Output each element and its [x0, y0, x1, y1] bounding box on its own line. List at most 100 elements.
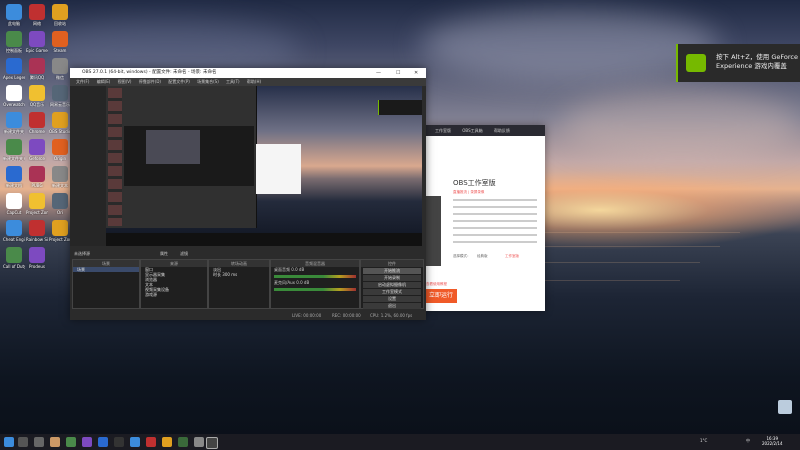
desktop-icon-image [52, 139, 68, 155]
transitions-dock-header: 转场动画 [209, 260, 269, 267]
nested-icon-column [108, 88, 122, 226]
tutorial-link[interactable]: 查看使用教程 [426, 282, 447, 287]
scenes-dock-header: 场景 [73, 260, 139, 267]
app-icon[interactable] [66, 437, 76, 447]
obs-main-window: OBS 27.0.1 (64-bit, windows) - 配置文件: 未命名… [70, 68, 426, 320]
clock-date: 2022/2/14 [762, 441, 783, 446]
menu-scene-collection[interactable]: 场景集合(S) [197, 79, 219, 84]
desktop-icon[interactable]: Prodeus [26, 247, 48, 269]
file-explorer-icon[interactable] [50, 437, 60, 447]
app-icon[interactable] [114, 437, 124, 447]
desktop-icon[interactable]: Project Zomboid [26, 193, 48, 215]
desktop-icon[interactable]: 新建文本 [49, 166, 71, 188]
weather-label[interactable]: 1°C [700, 438, 707, 443]
preview-canvas[interactable] [106, 86, 422, 246]
desktop-icon[interactable]: 新建文件夹 (2) [3, 139, 25, 161]
obs-taskbar-icon[interactable] [206, 437, 218, 449]
desktop-icon-image [52, 166, 68, 182]
source-item[interactable]: 游戏源 [141, 292, 207, 297]
launcher-tab[interactable]: OBS工具箱 [462, 128, 482, 133]
geforce-notification-text: 按下 Alt+Z，使用 GeForce Experience 游戏内覆盖 [716, 53, 800, 71]
desktop-icon-label: 新建文本 [52, 183, 68, 188]
close-icon[interactable]: ✕ [414, 68, 418, 78]
desktop-icon[interactable]: Call of Duty Modern... [3, 247, 25, 269]
desktop-icon[interactable]: 新建文档 [3, 166, 25, 188]
start-streaming-button[interactable]: 开始推流 [363, 268, 421, 274]
desktop-icon[interactable]: 控制面板 [3, 31, 25, 53]
geforce-notification[interactable]: 按下 Alt+Z，使用 GeForce Experience 游戏内覆盖 [676, 44, 800, 82]
desktop-icon[interactable]: Steam [49, 31, 71, 53]
menu-help[interactable]: 帮助(H) [247, 79, 261, 84]
recycle-bin-icon[interactable] [778, 400, 792, 414]
menu-docks[interactable]: 停靠部件(D) [139, 79, 161, 84]
desktop-icon[interactable]: Ori [49, 193, 71, 215]
desktop-icon[interactable]: 新建文件夹 [3, 112, 25, 134]
desktop-icon[interactable]: 网络 [26, 4, 48, 26]
start-icon[interactable] [4, 437, 14, 447]
menu-edit[interactable]: 编辑(E) [97, 79, 111, 84]
minimize-icon[interactable]: — [376, 68, 381, 78]
desktop-icon[interactable]: OBS Studio [49, 112, 71, 134]
scene-item[interactable]: 场景 [73, 267, 139, 272]
mixer-channel-name: 桌面音频 [274, 267, 290, 272]
maximize-icon[interactable]: ☐ [396, 68, 400, 78]
desktop-icon[interactable]: 微信 [49, 58, 71, 80]
run-now-button[interactable]: 立即运行 [425, 289, 457, 303]
desktop-icon-label: 控制面板 [6, 48, 22, 53]
desktop-icon[interactable]: 回收站 [49, 4, 71, 26]
properties-button[interactable]: 属性 [160, 251, 168, 257]
app-icon[interactable] [162, 437, 172, 447]
app-icon[interactable] [178, 437, 188, 447]
app-icon[interactable] [194, 437, 204, 447]
menu-view[interactable]: 视图(V) [118, 79, 132, 84]
desktop-icon[interactable]: Apex Legends [3, 58, 25, 80]
app-icon[interactable] [98, 437, 108, 447]
input-language[interactable]: 中 [746, 438, 750, 444]
live-status: LIVE: 00:00:00 [292, 313, 322, 318]
desktop-icon[interactable]: CapCut [3, 193, 25, 215]
start-recording-button[interactable]: 开始录制 [363, 275, 421, 281]
app-icon[interactable] [130, 437, 140, 447]
desktop-icon[interactable]: Geforce [26, 139, 48, 161]
launcher-tab[interactable]: 帮助反馈 [494, 128, 510, 133]
desktop-icon-image [29, 85, 45, 101]
desktop-icon-image [6, 220, 22, 236]
task-view-icon[interactable] [34, 437, 44, 447]
desktop-icon[interactable]: Origin [49, 139, 71, 161]
desktop-icon[interactable]: 腾讯QQ [26, 58, 48, 80]
desktop-icon[interactable]: Rainbow Six [26, 220, 48, 242]
mode-option-studio[interactable]: 工作室版 [505, 254, 519, 259]
volume-meter[interactable] [274, 288, 356, 291]
desktop-icon-image [6, 247, 22, 263]
volume-meter[interactable] [274, 275, 356, 278]
desktop-icon[interactable]: Project Zomboid [49, 220, 71, 242]
desktop-icon[interactable]: Overwatch [3, 85, 25, 107]
desktop-icon[interactable]: QQ音乐 [26, 85, 48, 107]
menu-tools[interactable]: 工具(T) [226, 79, 240, 84]
desktop-icon-label: Apex Legends [3, 75, 25, 80]
mode-option-classic[interactable]: 经典版 [477, 254, 488, 259]
desktop-icon[interactable]: Cheat Engine [3, 220, 25, 242]
desktop-icon-image [6, 31, 22, 47]
desktop-icon[interactable]: Epic Games [26, 31, 48, 53]
duration-value[interactable]: 300 ms [222, 272, 237, 277]
desktop-icon-image [52, 85, 68, 101]
desktop-icon[interactable]: 网易云音乐 [49, 85, 71, 107]
menu-profile[interactable]: 配置文件(P) [168, 79, 190, 84]
desktop-icon[interactable]: 此电脑 [3, 4, 25, 26]
wallpaper-cloud [560, 90, 800, 160]
launcher-tab[interactable]: 工作室版 [435, 128, 451, 133]
app-icon[interactable] [82, 437, 92, 447]
filters-button[interactable]: 滤镜 [180, 251, 188, 257]
exit-button[interactable]: 退出 [363, 303, 421, 309]
settings-button[interactable]: 设置 [363, 296, 421, 302]
desktop-icon[interactable]: PUBG [26, 166, 48, 188]
menu-file[interactable]: 文件(F) [76, 79, 89, 84]
start-virtual-camera-button[interactable]: 启动虚拟摄像机 [363, 282, 421, 288]
preview-toast [378, 100, 422, 115]
desktop-icon[interactable]: Chrome [26, 112, 48, 134]
app-icon[interactable] [146, 437, 156, 447]
clock[interactable]: 16:39 2022/2/14 [762, 436, 783, 446]
search-icon[interactable] [18, 437, 28, 447]
studio-mode-button[interactable]: 工作室模式 [363, 289, 421, 295]
